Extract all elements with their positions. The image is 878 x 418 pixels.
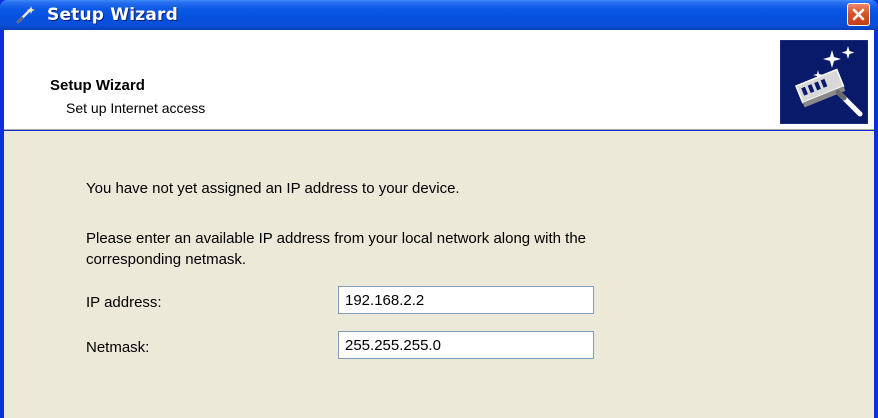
netmask-label: Netmask: — [86, 339, 150, 356]
ip-address-input[interactable] — [338, 286, 594, 314]
window-title: Setup Wizard — [47, 5, 178, 25]
wizard-body — [4, 131, 874, 418]
netmask-input[interactable] — [338, 331, 594, 359]
setup-wizard-window: Setup Wizard Setup Wizard Set up Interne… — [0, 0, 878, 418]
header-subtitle: Set up Internet access — [66, 100, 206, 116]
wand-icon — [14, 5, 36, 25]
notice-text: You have not yet assigned an IP address … — [86, 180, 460, 197]
title-bar[interactable]: Setup Wizard — [0, 0, 878, 30]
wizard-header: Setup Wizard Set up Internet access — [4, 30, 874, 130]
window-frame-right — [874, 30, 878, 418]
instruction-text-line1: Please enter an available IP address fro… — [86, 230, 587, 247]
ip-address-label: IP address: — [86, 294, 162, 311]
header-title: Setup Wizard — [50, 77, 145, 94]
close-button[interactable] — [847, 3, 870, 26]
wizard-device-icon — [779, 39, 869, 125]
instruction-text-line2: corresponding netmask. — [86, 251, 247, 268]
close-icon — [852, 8, 865, 21]
